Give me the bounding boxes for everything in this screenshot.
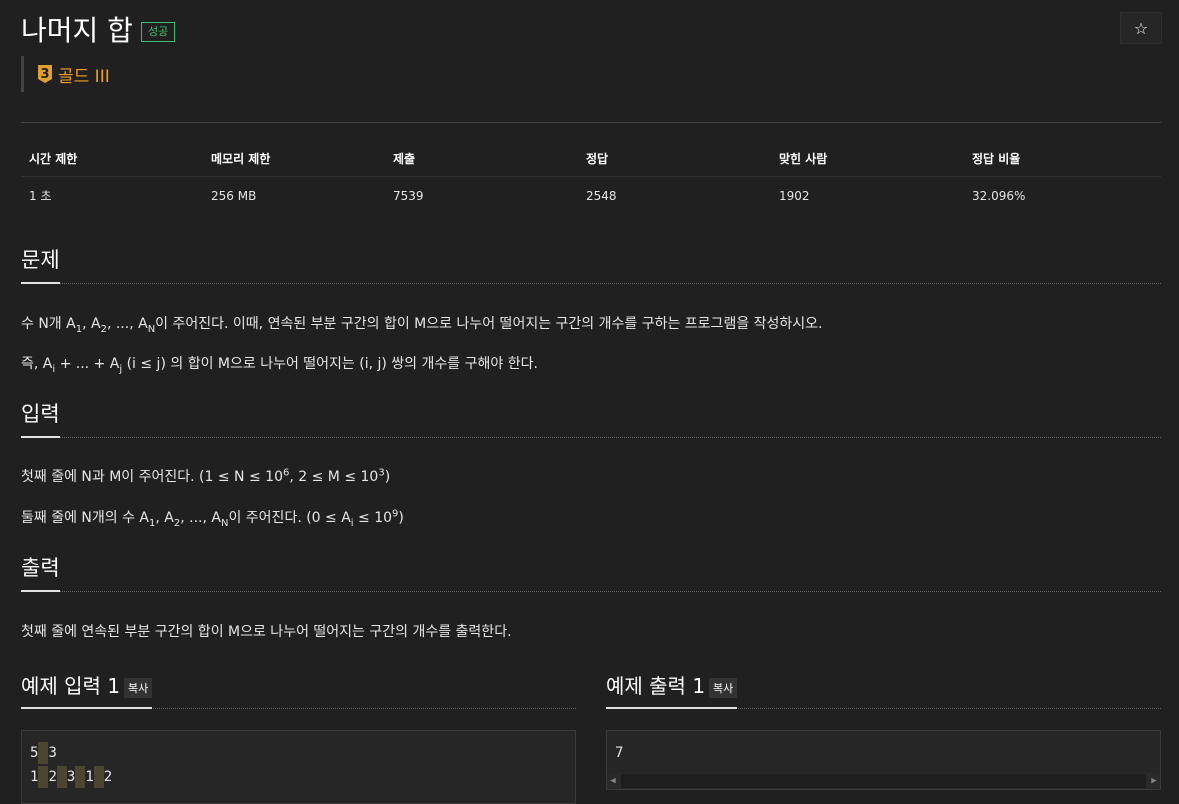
sample-input-line: 53: [22, 741, 575, 765]
horizontal-scrollbar[interactable]: ◀ ▶: [607, 773, 1160, 789]
scroll-left-icon[interactable]: ◀: [607, 776, 619, 786]
sample-output-heading: 예제 출력 1 복사: [606, 670, 738, 709]
column-header: 시간 제한: [21, 140, 203, 177]
copy-sample-input-button[interactable]: 복사: [124, 677, 153, 698]
scroll-right-icon[interactable]: ▶: [1148, 776, 1160, 786]
page-title: 나머지 합: [21, 14, 133, 47]
divider: [21, 122, 1161, 123]
title-row: 나머지 합 성공: [21, 12, 176, 47]
submissions-link[interactable]: 7539: [385, 177, 578, 215]
table-cell: 2548: [586, 188, 617, 203]
scrollbar-track[interactable]: [621, 774, 1146, 788]
problem-info-table: 시간 제한 메모리 제한 제출 정답 맞힌 사람 정답 비율 1 초 256 M…: [21, 140, 1161, 214]
sample-output-box[interactable]: 7 ◀ ▶: [606, 730, 1161, 790]
table-cell: 256 MB: [211, 188, 257, 203]
problem-description-line-1: 수 N개 A1, A2, ..., AN이 주어진다. 이때, 연속된 부분 구…: [21, 316, 823, 335]
star-icon: ☆: [1133, 18, 1149, 38]
column-header: 맞힌 사람: [771, 140, 964, 177]
sample-input-heading: 예제 입력 1 복사: [21, 670, 153, 709]
column-header: 정답 비율: [964, 140, 1161, 177]
tier-block: 3 골드 III: [21, 56, 110, 92]
column-header: 정답: [578, 140, 771, 177]
tier-badge-icon: 3: [38, 65, 52, 83]
favorite-star-button[interactable]: ☆: [1120, 12, 1162, 44]
output-description: 첫째 줄에 연속된 부분 구간의 합이 M으로 나누어 떨어지는 구간의 개수를…: [21, 624, 512, 640]
sample-input-line: 12312: [22, 765, 575, 789]
input-description-line-1: 첫째 줄에 N과 M이 주어진다. (1 ≤ N ≤ 106, 2 ≤ M ≤ …: [21, 467, 391, 485]
sample-input-header: 예제 입력 1 복사: [21, 670, 576, 709]
solved-users-link[interactable]: 1902: [771, 177, 964, 215]
input-heading: 입력: [21, 398, 60, 438]
input-description-line-2: 둘째 줄에 N개의 수 A1, A2, ..., AN이 주어진다. (0 ≤ …: [21, 508, 404, 529]
status-badge: 성공: [140, 22, 176, 42]
problem-description-line-2: 즉, Ai + ... + Aj (i ≤ j) 의 합이 M으로 나누어 떨어…: [21, 356, 538, 375]
column-header: 메모리 제한: [203, 140, 385, 177]
sample-output-line: 7: [615, 745, 624, 761]
output-heading: 출력: [21, 552, 60, 592]
table-cell: 32.096%: [972, 188, 1026, 203]
problem-section-header: 문제: [21, 244, 1161, 284]
input-section-header: 입력: [21, 398, 1161, 438]
problem-heading: 문제: [21, 244, 60, 284]
column-header: 제출: [385, 140, 578, 177]
table-header-row: 시간 제한 메모리 제한 제출 정답 맞힌 사람 정답 비율: [21, 140, 1161, 177]
copy-sample-output-button[interactable]: 복사: [709, 677, 738, 698]
sample-input-box[interactable]: 53 12312: [21, 730, 576, 804]
table-row: 1 초 256 MB 7539 2548 1902 32.096%: [21, 177, 1161, 215]
sample-output-header: 예제 출력 1 복사: [606, 670, 1161, 709]
table-cell: 1 초: [29, 189, 52, 203]
output-section-header: 출력: [21, 552, 1161, 592]
tier-label[interactable]: 골드 III: [58, 62, 110, 87]
